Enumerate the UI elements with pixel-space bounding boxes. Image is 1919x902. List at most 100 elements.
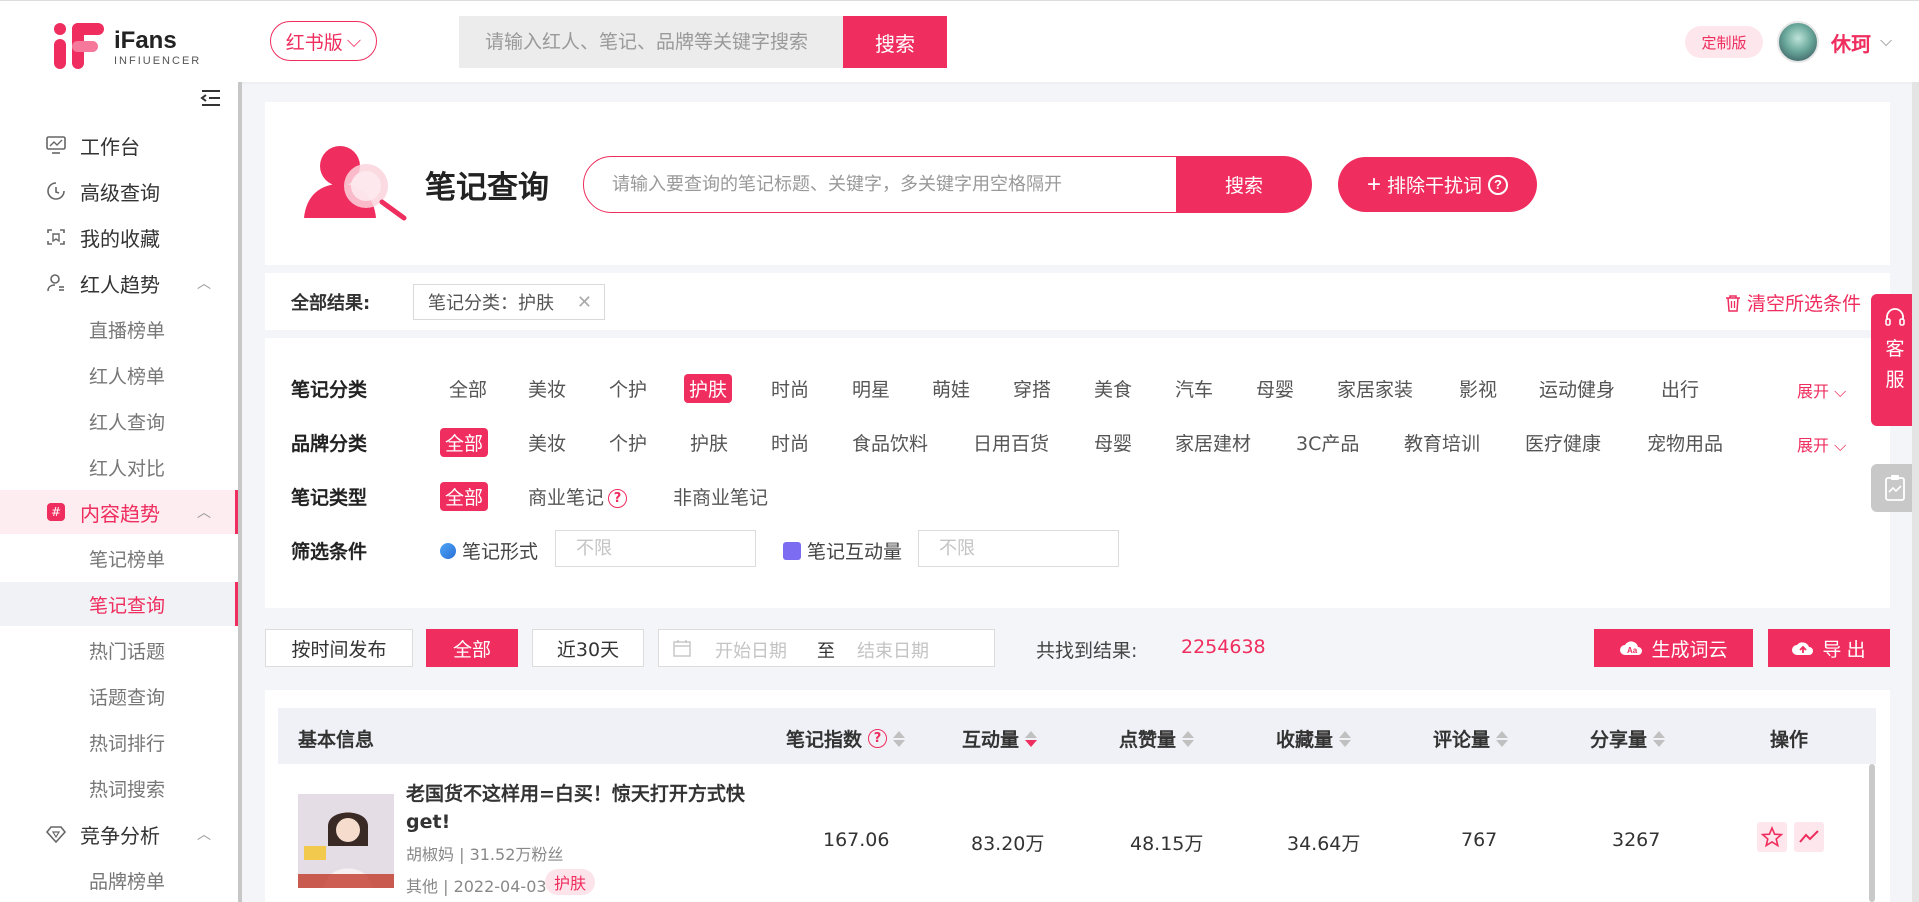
sort-icon[interactable] xyxy=(1496,730,1509,747)
sidebar-item-live-ranking[interactable]: 直播榜单 xyxy=(0,307,238,351)
found-count: 2254638 xyxy=(1181,636,1266,658)
brand-category-option[interactable]: 护肤 xyxy=(690,429,728,456)
note-category-option[interactable]: 汽车 xyxy=(1175,375,1213,402)
brand-category-option[interactable]: 食品饮料 xyxy=(852,429,928,456)
interaction-select[interactable] xyxy=(918,530,1119,567)
note-category-label: 笔记分类 xyxy=(291,379,368,401)
sidebar-item-influencer-ranking[interactable]: 红人榜单 xyxy=(0,353,238,397)
note-type-option[interactable]: 非商业笔记 xyxy=(673,483,768,510)
column-likes[interactable]: 点赞量 xyxy=(1119,725,1195,752)
custom-edition-badge[interactable]: 定制版 xyxy=(1685,26,1763,58)
sort-by-time-button[interactable]: 按时间发布 xyxy=(265,629,413,667)
brand-category-expand[interactable]: 展开 ⌵ xyxy=(1797,432,1846,456)
note-title[interactable]: 老国货不这样用=白买！惊天打开方式快get! xyxy=(406,780,756,836)
note-category-option[interactable]: 明星 xyxy=(852,375,890,402)
page-scrollbar[interactable] xyxy=(1912,82,1919,902)
sidebar-item-note-search[interactable]: 笔记查询 xyxy=(0,582,238,626)
favorite-star-icon[interactable] xyxy=(1757,822,1787,852)
clear-filters-link[interactable]: 清空所选条件 xyxy=(1725,289,1861,316)
sidebar-item-influencer-trends[interactable]: 红人趋势 ︿ xyxy=(0,261,238,305)
note-category-option[interactable]: 穿搭 xyxy=(1013,375,1051,402)
sidebar-item-word-search[interactable]: 热词搜索 xyxy=(0,766,238,810)
note-category-option[interactable]: 时尚 xyxy=(771,375,809,402)
column-interactions[interactable]: 互动量 xyxy=(962,725,1038,752)
sort-icon[interactable] xyxy=(893,730,906,747)
sort-icon[interactable] xyxy=(1182,730,1195,747)
note-category-option[interactable]: 美妆 xyxy=(528,375,566,402)
chevron-down-icon[interactable]: ⌵ xyxy=(1880,31,1892,51)
column-favorites[interactable]: 收藏量 xyxy=(1276,725,1352,752)
sidebar-item-workbench[interactable]: 工作台 xyxy=(0,123,238,167)
sidebar-item-hot-words[interactable]: 热词排行 xyxy=(0,720,238,764)
note-category-option[interactable]: 家居家装 xyxy=(1337,375,1413,402)
note-category-option[interactable]: 个护 xyxy=(609,375,647,402)
date-range-picker[interactable]: 开始日期 至 结束日期 xyxy=(658,629,995,667)
note-author[interactable]: 胡椒妈 | 31.52万粉丝 xyxy=(406,841,563,865)
sidebar-item-influencer-search[interactable]: 红人查询 xyxy=(0,399,238,443)
global-search-input[interactable] xyxy=(459,16,844,68)
note-category-expand[interactable]: 展开 ⌵ xyxy=(1797,378,1846,402)
note-search-button[interactable]: 搜索 xyxy=(1176,156,1312,213)
sidebar-item-competition[interactable]: 竞争分析 ︿ xyxy=(0,812,238,856)
collapse-menu-icon[interactable] xyxy=(200,88,222,108)
sort-icon[interactable] xyxy=(1653,730,1666,747)
sidebar-item-advanced-search[interactable]: 高级查询 xyxy=(0,169,238,213)
note-thumbnail[interactable] xyxy=(298,794,394,888)
brand-category-option[interactable]: 医疗健康 xyxy=(1525,429,1601,456)
help-icon[interactable]: ? xyxy=(868,729,888,748)
sidebar-scrollbar[interactable] xyxy=(238,82,242,902)
help-icon[interactable]: ? xyxy=(1488,174,1509,195)
end-date-field[interactable]: 结束日期 xyxy=(857,637,929,663)
global-search-button[interactable]: 搜索 xyxy=(843,16,947,68)
brand-category-option[interactable]: 家居建材 xyxy=(1175,429,1251,456)
user-name[interactable]: 休珂 xyxy=(1831,28,1871,57)
column-comments[interactable]: 评论量 xyxy=(1433,725,1509,752)
close-icon[interactable]: ✕ xyxy=(577,292,592,313)
note-category-option[interactable]: 影视 xyxy=(1459,375,1497,402)
brand-category-option-selected[interactable]: 全部 xyxy=(440,428,489,457)
brand-category-option[interactable]: 母婴 xyxy=(1094,429,1132,456)
sidebar-item-note-ranking[interactable]: 笔记榜单 xyxy=(0,536,238,580)
note-type-option-selected[interactable]: 全部 xyxy=(440,482,489,511)
logo[interactable]: iFans INFIUENCER xyxy=(52,21,202,73)
table-scrollbar[interactable] xyxy=(1869,764,1875,902)
start-date-field[interactable]: 开始日期 xyxy=(715,637,787,663)
sidebar-item-brand-ranking[interactable]: 品牌榜单 xyxy=(0,858,238,902)
range-30days-button[interactable]: 近30天 xyxy=(532,629,644,667)
word-cloud-button[interactable]: Aa 生成词云 xyxy=(1594,629,1753,667)
sidebar-item-influencer-compare[interactable]: 红人对比 xyxy=(0,445,238,489)
brand-category-option[interactable]: 个护 xyxy=(609,429,647,456)
column-shares[interactable]: 分享量 xyxy=(1590,725,1666,752)
avatar[interactable] xyxy=(1777,21,1819,63)
sort-desc-icon[interactable] xyxy=(1025,730,1038,747)
note-category-option[interactable]: 萌娃 xyxy=(932,375,970,402)
sidebar-item-favorites[interactable]: 我的收藏 xyxy=(0,215,238,259)
sidebar-item-content-trends[interactable]: # 内容趋势 ︿ xyxy=(0,490,238,534)
note-form-select[interactable] xyxy=(555,530,756,567)
note-category-option[interactable]: 母婴 xyxy=(1256,375,1294,402)
edition-switch-button[interactable]: 红书版 ⌵ xyxy=(270,21,377,61)
column-note-index[interactable]: 笔记指数? xyxy=(786,725,906,752)
note-category-option[interactable]: 美食 xyxy=(1094,375,1132,402)
note-category-option[interactable]: 全部 xyxy=(449,375,487,402)
note-search-input[interactable] xyxy=(583,156,1178,213)
note-type-option[interactable]: 商业笔记? xyxy=(528,483,628,510)
help-icon[interactable]: ? xyxy=(608,489,628,508)
brand-category-option[interactable]: 日用百货 xyxy=(973,429,1049,456)
sidebar-item-topic-search[interactable]: 话题查询 xyxy=(0,674,238,718)
exclude-words-button[interactable]: + 排除干扰词 ? xyxy=(1338,157,1537,212)
brand-category-option[interactable]: 宠物用品 xyxy=(1647,429,1723,456)
note-category-option[interactable]: 出行 xyxy=(1661,375,1699,402)
sort-icon[interactable] xyxy=(1339,730,1352,747)
export-button[interactable]: 导 出 xyxy=(1768,629,1890,667)
active-filter-tag[interactable]: 笔记分类：护肤 ✕ xyxy=(413,284,605,320)
brand-category-option[interactable]: 美妆 xyxy=(528,429,566,456)
sidebar-item-hot-topics[interactable]: 热门话题 xyxy=(0,628,238,672)
brand-category-option[interactable]: 教育培训 xyxy=(1404,429,1480,456)
note-category-option[interactable]: 运动健身 xyxy=(1539,375,1615,402)
trend-chart-icon[interactable] xyxy=(1794,822,1824,852)
note-category-option-selected[interactable]: 护肤 xyxy=(684,374,733,403)
range-all-button[interactable]: 全部 xyxy=(426,629,518,667)
brand-category-option[interactable]: 时尚 xyxy=(771,429,809,456)
brand-category-option[interactable]: 3C产品 xyxy=(1296,429,1359,456)
